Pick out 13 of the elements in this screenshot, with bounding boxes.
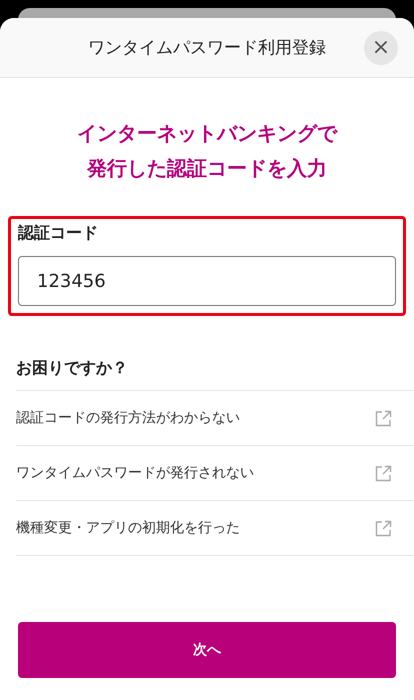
help-link[interactable]: 機種変更・アプリの初期化を行った [16, 500, 414, 555]
field-label: 認証コード [18, 223, 99, 244]
close-button[interactable]: × [364, 31, 398, 65]
code-input-field[interactable]: 123456 [18, 256, 396, 306]
modal-title: ワンタイムパスワード利用登録 [88, 37, 326, 59]
external-link-icon [375, 410, 392, 426]
external-link-icon [375, 464, 392, 482]
heading: インターネットバンキングで 発行した認証コードを入力 [76, 120, 339, 182]
help-title: お困りですか？ [16, 358, 129, 379]
help-link[interactable]: ワンタイムパスワードが発行されない [16, 445, 414, 500]
external-link-icon [375, 520, 392, 536]
next-button[interactable]: 次へ [18, 622, 396, 678]
help-link[interactable]: 認証コードの発行方法がわからない [16, 390, 414, 445]
